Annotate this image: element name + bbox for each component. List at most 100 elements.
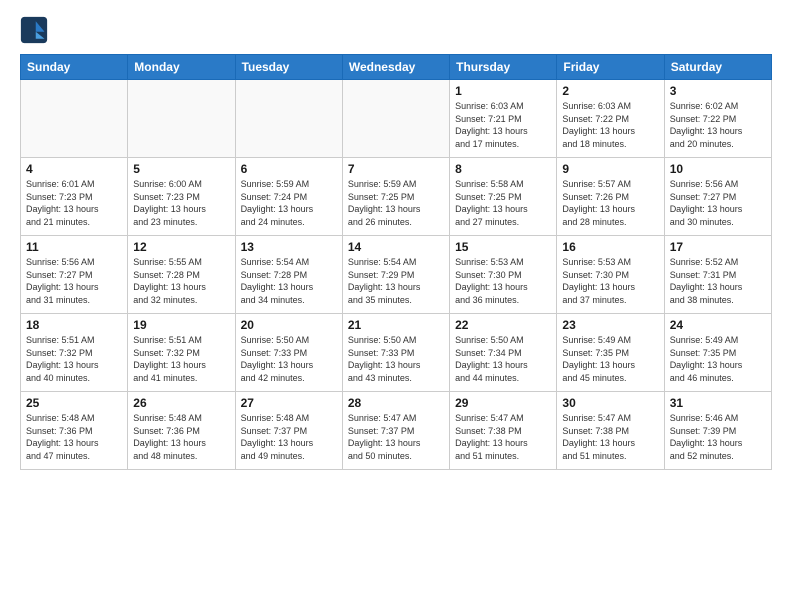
calendar-cell: 25 Sunrise: 5:48 AM Sunset: 7:36 PM Dayli… xyxy=(21,392,128,470)
day-info: Sunrise: 5:49 AM Sunset: 7:35 PM Dayligh… xyxy=(670,334,766,384)
day-info: Sunrise: 5:54 AM Sunset: 7:29 PM Dayligh… xyxy=(348,256,444,306)
calendar-cell: 6 Sunrise: 5:59 AM Sunset: 7:24 PM Daylig… xyxy=(235,158,342,236)
day-info: Sunrise: 5:59 AM Sunset: 7:24 PM Dayligh… xyxy=(241,178,337,228)
day-number: 12 xyxy=(133,240,229,254)
day-number: 26 xyxy=(133,396,229,410)
day-number: 16 xyxy=(562,240,658,254)
day-info: Sunrise: 5:54 AM Sunset: 7:28 PM Dayligh… xyxy=(241,256,337,306)
calendar-cell: 7 Sunrise: 5:59 AM Sunset: 7:25 PM Daylig… xyxy=(342,158,449,236)
day-number: 4 xyxy=(26,162,122,176)
header xyxy=(20,16,772,44)
day-number: 2 xyxy=(562,84,658,98)
weekday-header-sunday: Sunday xyxy=(21,55,128,80)
calendar-cell: 1 Sunrise: 6:03 AM Sunset: 7:21 PM Daylig… xyxy=(450,80,557,158)
day-info: Sunrise: 5:57 AM Sunset: 7:26 PM Dayligh… xyxy=(562,178,658,228)
calendar-cell: 9 Sunrise: 5:57 AM Sunset: 7:26 PM Daylig… xyxy=(557,158,664,236)
day-number: 10 xyxy=(670,162,766,176)
day-number: 3 xyxy=(670,84,766,98)
calendar-cell: 3 Sunrise: 6:02 AM Sunset: 7:22 PM Daylig… xyxy=(664,80,771,158)
day-number: 29 xyxy=(455,396,551,410)
day-number: 8 xyxy=(455,162,551,176)
calendar-cell: 8Sunrise: 5:58 AM Sunset: 7:25 PM Daylig… xyxy=(450,158,557,236)
day-info: Sunrise: 5:48 AM Sunset: 7:36 PM Dayligh… xyxy=(133,412,229,462)
calendar-cell xyxy=(235,80,342,158)
day-info: Sunrise: 5:53 AM Sunset: 7:30 PM Dayligh… xyxy=(562,256,658,306)
day-info: Sunrise: 5:48 AM Sunset: 7:36 PM Dayligh… xyxy=(26,412,122,462)
calendar-cell: 15 Sunrise: 5:53 AM Sunset: 7:30 PM Dayli… xyxy=(450,236,557,314)
week-row-1: 1 Sunrise: 6:03 AM Sunset: 7:21 PM Daylig… xyxy=(21,80,772,158)
day-info: Sunrise: 5:49 AM Sunset: 7:35 PM Dayligh… xyxy=(562,334,658,384)
weekday-header-friday: Friday xyxy=(557,55,664,80)
weekday-header-thursday: Thursday xyxy=(450,55,557,80)
day-number: 21 xyxy=(348,318,444,332)
day-number: 1 xyxy=(455,84,551,98)
weekday-header-row: SundayMondayTuesdayWednesdayThursdayFrid… xyxy=(21,55,772,80)
day-info: Sunrise: 5:53 AM Sunset: 7:30 PM Dayligh… xyxy=(455,256,551,306)
day-info: Sunrise: 5:50 AM Sunset: 7:33 PM Dayligh… xyxy=(348,334,444,384)
calendar-cell: 2 Sunrise: 6:03 AM Sunset: 7:22 PM Daylig… xyxy=(557,80,664,158)
week-row-5: 25 Sunrise: 5:48 AM Sunset: 7:36 PM Dayli… xyxy=(21,392,772,470)
day-number: 5 xyxy=(133,162,229,176)
calendar-cell: 17 Sunrise: 5:52 AM Sunset: 7:31 PM Dayli… xyxy=(664,236,771,314)
week-row-2: 4 Sunrise: 6:01 AM Sunset: 7:23 PM Daylig… xyxy=(21,158,772,236)
calendar-cell: 10 Sunrise: 5:56 AM Sunset: 7:27 PM Dayli… xyxy=(664,158,771,236)
day-info: Sunrise: 5:55 AM Sunset: 7:28 PM Dayligh… xyxy=(133,256,229,306)
calendar-table: SundayMondayTuesdayWednesdayThursdayFrid… xyxy=(20,54,772,470)
day-number: 13 xyxy=(241,240,337,254)
calendar-cell: 19Sunrise: 5:51 AM Sunset: 7:32 PM Dayli… xyxy=(128,314,235,392)
week-row-3: 11Sunrise: 5:56 AM Sunset: 7:27 PM Dayli… xyxy=(21,236,772,314)
calendar-cell: 23 Sunrise: 5:49 AM Sunset: 7:35 PM Dayli… xyxy=(557,314,664,392)
day-number: 7 xyxy=(348,162,444,176)
day-info: Sunrise: 5:50 AM Sunset: 7:33 PM Dayligh… xyxy=(241,334,337,384)
calendar-cell xyxy=(21,80,128,158)
calendar-cell xyxy=(342,80,449,158)
calendar-cell: 20Sunrise: 5:50 AM Sunset: 7:33 PM Dayli… xyxy=(235,314,342,392)
day-info: Sunrise: 6:03 AM Sunset: 7:22 PM Dayligh… xyxy=(562,100,658,150)
day-info: Sunrise: 5:46 AM Sunset: 7:39 PM Dayligh… xyxy=(670,412,766,462)
day-number: 27 xyxy=(241,396,337,410)
calendar-cell: 29 Sunrise: 5:47 AM Sunset: 7:38 PM Dayli… xyxy=(450,392,557,470)
day-number: 22 xyxy=(455,318,551,332)
day-number: 23 xyxy=(562,318,658,332)
calendar-cell: 13 Sunrise: 5:54 AM Sunset: 7:28 PM Dayli… xyxy=(235,236,342,314)
day-info: Sunrise: 5:47 AM Sunset: 7:37 PM Dayligh… xyxy=(348,412,444,462)
day-number: 28 xyxy=(348,396,444,410)
day-info: Sunrise: 5:56 AM Sunset: 7:27 PM Dayligh… xyxy=(26,256,122,306)
day-number: 17 xyxy=(670,240,766,254)
day-number: 18 xyxy=(26,318,122,332)
calendar-cell: 21 Sunrise: 5:50 AM Sunset: 7:33 PM Dayli… xyxy=(342,314,449,392)
calendar-cell: 16 Sunrise: 5:53 AM Sunset: 7:30 PM Dayli… xyxy=(557,236,664,314)
calendar-cell: 30 Sunrise: 5:47 AM Sunset: 7:38 PM Dayli… xyxy=(557,392,664,470)
day-number: 25 xyxy=(26,396,122,410)
day-number: 24 xyxy=(670,318,766,332)
week-row-4: 18 Sunrise: 5:51 AM Sunset: 7:32 PM Dayli… xyxy=(21,314,772,392)
day-info: Sunrise: 5:59 AM Sunset: 7:25 PM Dayligh… xyxy=(348,178,444,228)
day-number: 30 xyxy=(562,396,658,410)
calendar-cell: 28 Sunrise: 5:47 AM Sunset: 7:37 PM Dayli… xyxy=(342,392,449,470)
calendar-cell: 14Sunrise: 5:54 AM Sunset: 7:29 PM Dayli… xyxy=(342,236,449,314)
day-info: Sunrise: 5:47 AM Sunset: 7:38 PM Dayligh… xyxy=(455,412,551,462)
day-info: Sunrise: 6:03 AM Sunset: 7:21 PM Dayligh… xyxy=(455,100,551,150)
calendar-cell: 22Sunrise: 5:50 AM Sunset: 7:34 PM Dayli… xyxy=(450,314,557,392)
calendar-cell: 18 Sunrise: 5:51 AM Sunset: 7:32 PM Dayli… xyxy=(21,314,128,392)
day-info: Sunrise: 5:52 AM Sunset: 7:31 PM Dayligh… xyxy=(670,256,766,306)
calendar-cell: 27Sunrise: 5:48 AM Sunset: 7:37 PM Dayli… xyxy=(235,392,342,470)
day-number: 6 xyxy=(241,162,337,176)
weekday-header-monday: Monday xyxy=(128,55,235,80)
day-number: 9 xyxy=(562,162,658,176)
logo-icon xyxy=(20,16,48,44)
logo xyxy=(20,16,52,44)
calendar-cell: 11Sunrise: 5:56 AM Sunset: 7:27 PM Dayli… xyxy=(21,236,128,314)
day-number: 31 xyxy=(670,396,766,410)
day-info: Sunrise: 5:56 AM Sunset: 7:27 PM Dayligh… xyxy=(670,178,766,228)
day-info: Sunrise: 5:51 AM Sunset: 7:32 PM Dayligh… xyxy=(26,334,122,384)
calendar-cell: 31 Sunrise: 5:46 AM Sunset: 7:39 PM Dayli… xyxy=(664,392,771,470)
weekday-header-wednesday: Wednesday xyxy=(342,55,449,80)
weekday-header-saturday: Saturday xyxy=(664,55,771,80)
calendar-cell: 4 Sunrise: 6:01 AM Sunset: 7:23 PM Daylig… xyxy=(21,158,128,236)
day-info: Sunrise: 6:02 AM Sunset: 7:22 PM Dayligh… xyxy=(670,100,766,150)
day-number: 15 xyxy=(455,240,551,254)
calendar-cell xyxy=(128,80,235,158)
day-info: Sunrise: 6:01 AM Sunset: 7:23 PM Dayligh… xyxy=(26,178,122,228)
day-info: Sunrise: 5:47 AM Sunset: 7:38 PM Dayligh… xyxy=(562,412,658,462)
